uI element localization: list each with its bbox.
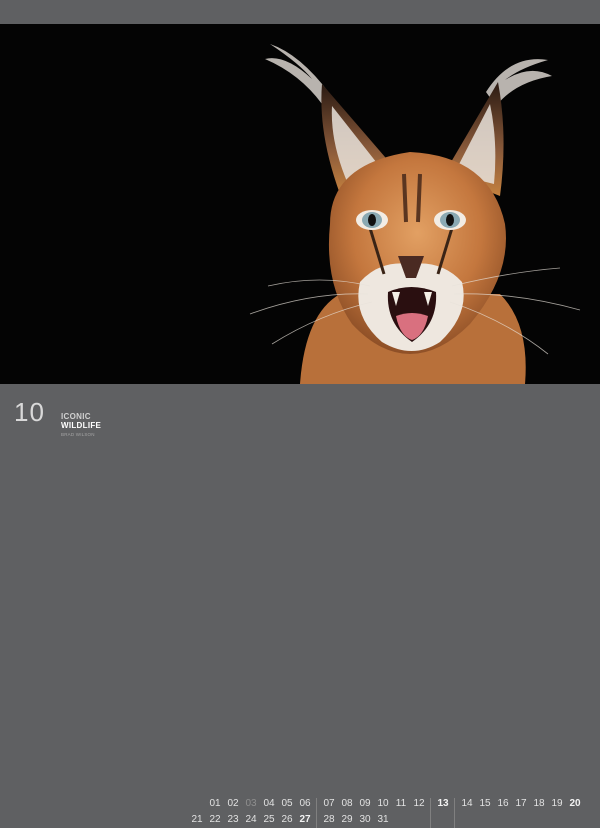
calendar-day-20: 20 <box>569 798 581 809</box>
calendar-day-21: 21 <box>191 814 203 825</box>
calendar-day-14: 14 <box>461 798 473 809</box>
brand-block: ICONIC WILDLIFE BRAD WILSON <box>61 412 101 439</box>
calendar-day-13: 13 <box>437 798 449 809</box>
calendar-day-25: 25 <box>263 814 275 825</box>
calendar-day-12: 12 <box>413 798 425 809</box>
brand-author: BRAD WILSON <box>61 432 95 437</box>
calendar-day-09: 09 <box>359 798 371 809</box>
calendar-day-06: 06 <box>299 798 311 809</box>
top-band <box>0 0 600 24</box>
calendar-day-10: 10 <box>377 798 389 809</box>
calendar-day-15: 15 <box>479 798 491 809</box>
brand-title-wildlife: WILDLIFE <box>61 421 102 430</box>
caracal-illustration <box>249 44 581 384</box>
calendar-day-07: 07 <box>323 798 335 809</box>
caracal-photo <box>0 24 600 384</box>
week-separator <box>430 798 431 828</box>
calendar-day-05: 05 <box>281 798 293 809</box>
calendar-bar: 10 ICONIC WILDLIFE BRAD WILSON 01 02 03 04 0… <box>0 384 600 828</box>
calendar-day-18: 18 <box>533 798 545 809</box>
calendar-day-16: 16 <box>497 798 509 809</box>
calendar-day-30: 30 <box>359 814 371 825</box>
calendar-day-27: 27 <box>299 814 311 825</box>
calendar-day-26: 26 <box>281 814 293 825</box>
calendar-day-17: 17 <box>515 798 527 809</box>
calendar-day-31: 31 <box>377 814 389 825</box>
calendar-day-03: 03 <box>245 798 257 809</box>
brand-title-iconic: ICONIC <box>61 412 91 421</box>
calendar-day-08: 08 <box>341 798 353 809</box>
calendar-day-19: 19 <box>551 798 563 809</box>
calendar-day-11: 11 <box>395 798 407 809</box>
left-ear-tuft <box>265 44 330 104</box>
calendar-day-28: 28 <box>323 814 335 825</box>
calendar-day-23: 23 <box>227 814 239 825</box>
calendar-day-22: 22 <box>209 814 221 825</box>
week-separator <box>316 798 317 828</box>
week-separator <box>454 798 455 828</box>
calendar-day-02: 02 <box>227 798 239 809</box>
calendar-day-29: 29 <box>341 814 353 825</box>
calendar-day-01: 01 <box>209 798 221 809</box>
calendar-day-24: 24 <box>245 814 257 825</box>
month-number: 10 <box>14 397 45 427</box>
calendar-day-04: 04 <box>263 798 275 809</box>
